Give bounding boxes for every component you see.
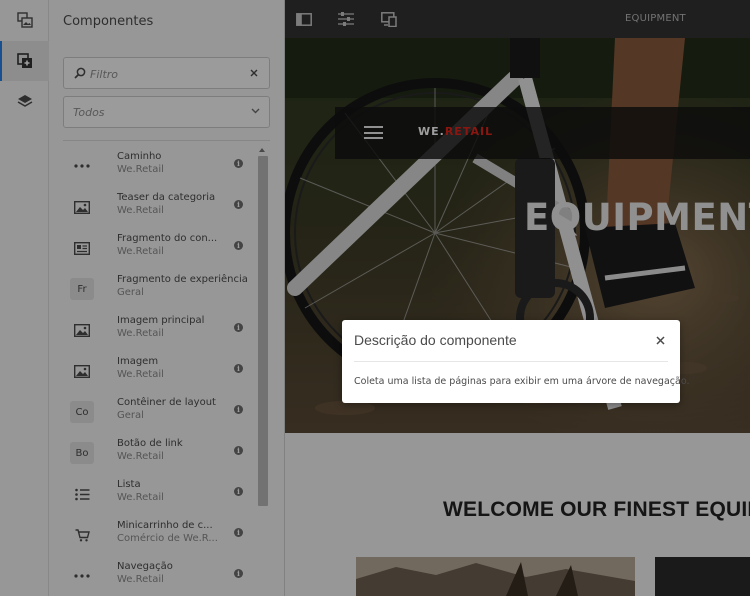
- modal-backdrop[interactable]: [0, 0, 750, 596]
- popover-description: Coleta uma lista de páginas para exibir …: [354, 376, 690, 387]
- close-popover-button[interactable]: [654, 334, 666, 346]
- close-icon: [655, 335, 665, 345]
- component-description-popover: Descrição do componente Coleta uma lista…: [342, 320, 690, 403]
- popover-divider: [354, 361, 668, 362]
- popover-title: Descrição do componente: [354, 332, 517, 348]
